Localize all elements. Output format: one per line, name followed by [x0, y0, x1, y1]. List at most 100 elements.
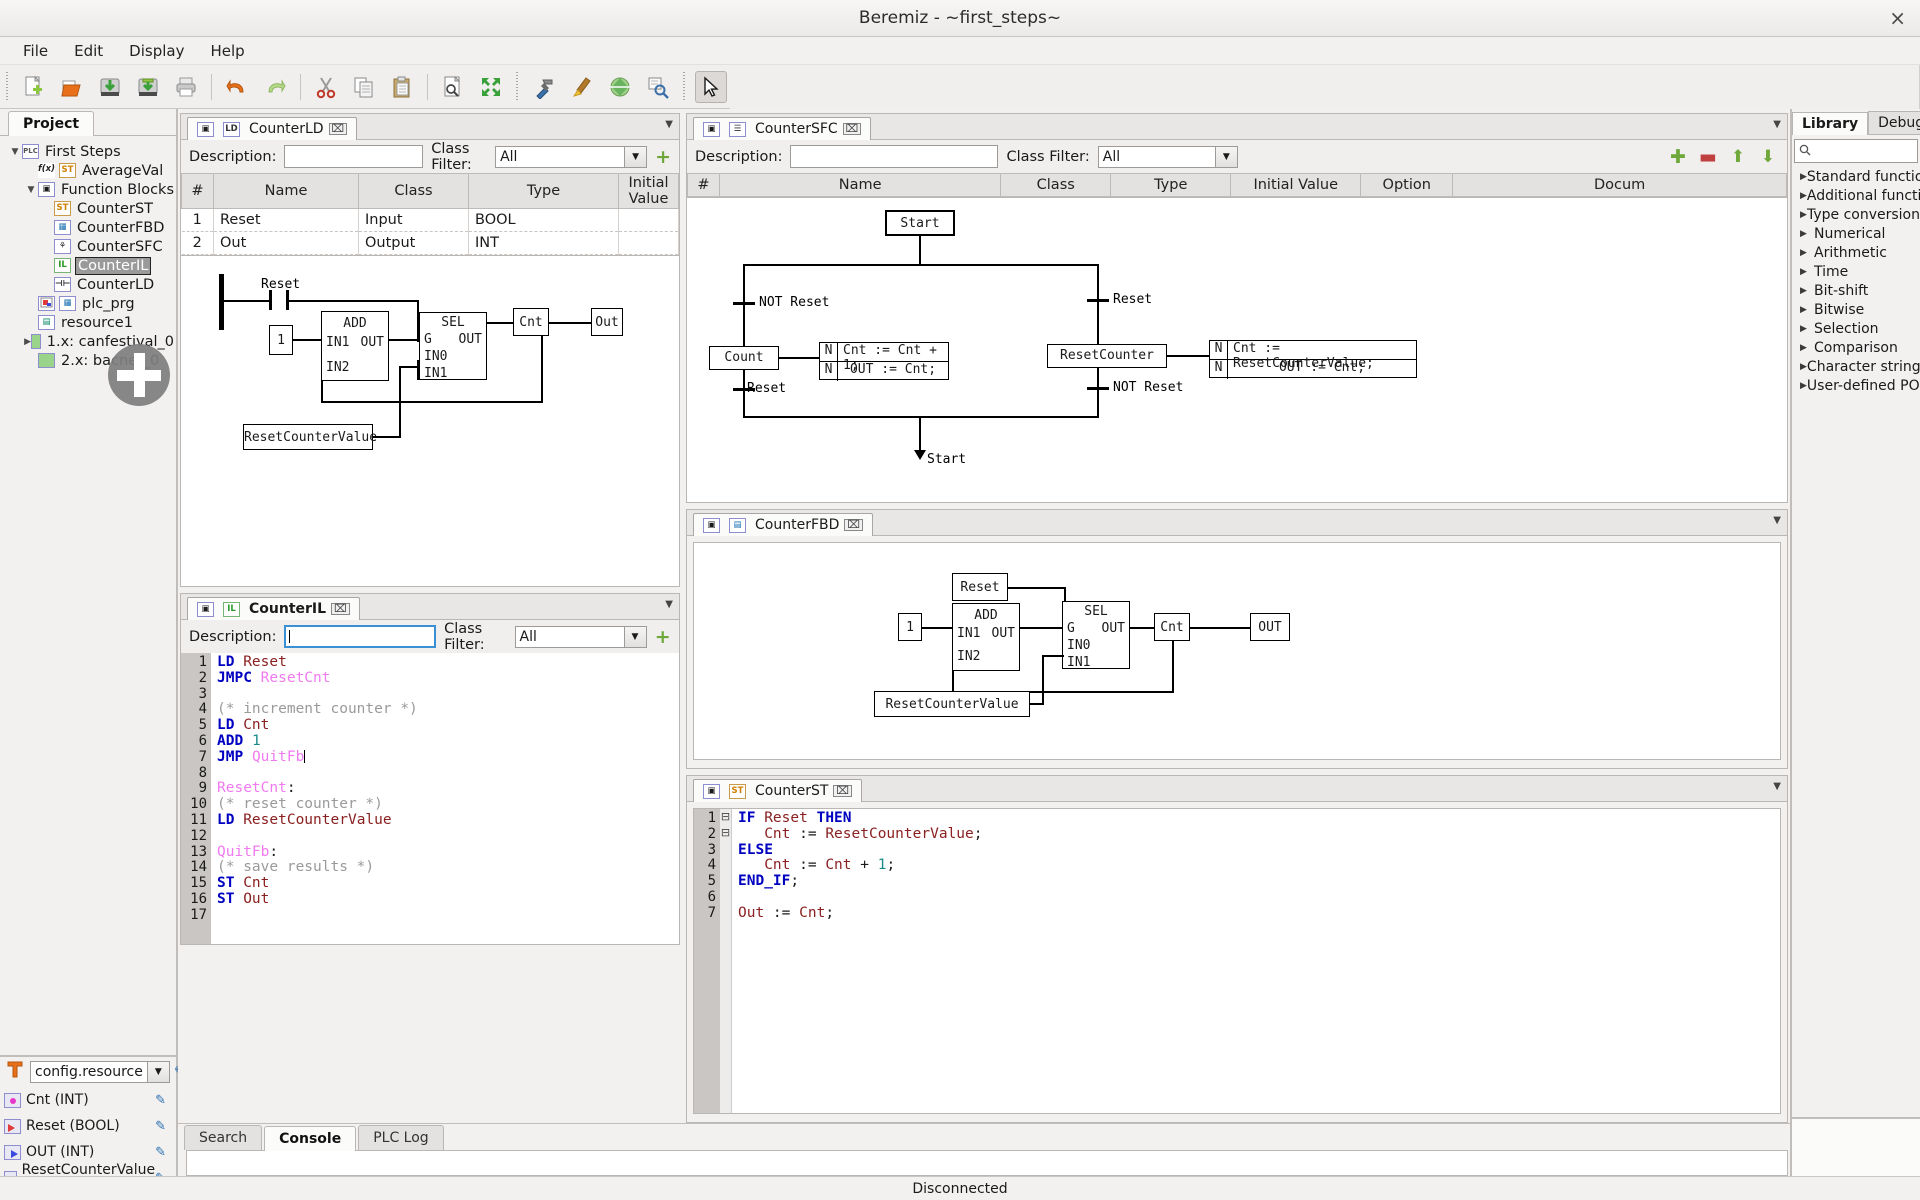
library-category-standard-function[interactable]: ▶ Standard function — [1792, 167, 1920, 186]
chevron-right-icon[interactable]: ▶ — [1800, 381, 1807, 391]
variable-item[interactable]: Cnt (INT) ✎ — [0, 1087, 176, 1113]
chevron-down-icon[interactable]: ▼ — [625, 145, 648, 168]
cell-num[interactable]: 2 — [181, 231, 214, 255]
code-line[interactable]: Cnt := ResetCounterValue; — [738, 826, 982, 843]
fbd-add-block[interactable]: ADD IN1 OUT IN2 — [952, 603, 1020, 671]
column-header[interactable]: Name — [213, 173, 359, 209]
cell-class[interactable]: Output — [358, 231, 469, 255]
code-line[interactable]: Cnt := Cnt + 1; — [738, 857, 982, 874]
toolbar-grip[interactable] — [3, 71, 12, 102]
new-icon[interactable] — [18, 71, 50, 103]
code-line[interactable]: END_IF; — [738, 873, 982, 890]
column-header[interactable]: Docum — [1452, 173, 1787, 197]
cell-name[interactable]: Out — [213, 231, 359, 255]
tab-console[interactable]: Console — [264, 1126, 357, 1151]
move-up-button[interactable]: ⬆ — [1727, 146, 1749, 168]
fbd-sel-block[interactable]: SEL G OUT IN0 IN1 — [1062, 601, 1130, 670]
description-input[interactable] — [790, 145, 999, 168]
tab-counter-sfc[interactable]: ▣ ☰ CounterSFC ⌧ — [693, 117, 872, 140]
column-header[interactable]: Class — [1000, 173, 1112, 197]
column-header[interactable]: Type — [1110, 173, 1232, 197]
chevron-down-icon[interactable]: ▼ — [147, 1061, 170, 1083]
code-line[interactable]: (* save results *) — [217, 859, 418, 876]
fold-toggle-icon[interactable]: ⊟ — [720, 825, 731, 841]
class-filter-value[interactable]: All — [514, 625, 625, 648]
column-header[interactable]: Option — [1360, 173, 1454, 197]
inspect-icon[interactable] — [642, 71, 674, 103]
tree-item-counterfbd[interactable]: ·▦ CounterFBD — [4, 218, 176, 237]
class-filter-value[interactable]: All — [1097, 145, 1216, 168]
column-header[interactable]: Name — [718, 173, 1002, 197]
remove-variable-button[interactable]: ▬ — [1697, 146, 1719, 168]
tab-counter-fbd[interactable]: ▣ ▤ CounterFBD ⌧ — [693, 513, 874, 536]
column-header[interactable]: Initial Value — [618, 173, 679, 209]
open-icon[interactable] — [56, 71, 88, 103]
close-icon[interactable]: × — [1889, 8, 1906, 28]
description-input[interactable] — [284, 625, 437, 648]
reset-counter-value-block[interactable]: ResetCounterValue — [243, 424, 377, 450]
menu-edit[interactable]: Edit — [61, 39, 116, 63]
library-category-type-conversion[interactable]: ▶ Type conversion — [1792, 205, 1920, 224]
sfc-action-block-right[interactable]: N Cnt := ResetCounterValue; N OUT := Cnt… — [1209, 340, 1417, 379]
chevron-right-icon[interactable]: ▶ — [1800, 362, 1807, 372]
close-icon[interactable]: ⌧ — [331, 603, 350, 615]
pencil-icon[interactable]: ✎ — [155, 1119, 166, 1134]
tree-item-countersfc[interactable]: ·⚘ CounterSFC — [4, 237, 176, 256]
code-line[interactable] — [217, 687, 418, 703]
add-function-block[interactable]: ADD IN1 OUT IN2 — [321, 311, 389, 381]
fbd-constant-block[interactable]: 1 — [898, 613, 922, 641]
tab-search[interactable]: Search — [184, 1125, 263, 1150]
code-line[interactable]: ADD 1 — [217, 733, 418, 750]
code-line[interactable]: IF Reset THEN — [738, 810, 982, 827]
code-text[interactable]: IF Reset THEN Cnt := ResetCounterValue; E… — [732, 809, 982, 1113]
tab-plc-log[interactable]: PLC Log — [358, 1125, 444, 1150]
code-line[interactable]: JMP QuitFb — [217, 749, 418, 766]
tree-item-counterld[interactable]: ·⊣⊢ CounterLD — [4, 275, 176, 294]
saveas-icon[interactable] — [132, 71, 164, 103]
chevron-right-icon[interactable]: ▶ — [24, 337, 31, 347]
chevron-right-icon[interactable]: ▶ — [1800, 305, 1814, 315]
pointer-icon[interactable] — [695, 70, 727, 103]
sfc-step-reset[interactable]: ResetCounter — [1047, 344, 1167, 368]
chevron-right-icon[interactable]: ▶ — [1800, 229, 1814, 239]
undo-icon[interactable] — [221, 71, 253, 103]
counter-st-code-editor[interactable]: 1234567 ⊟ ⊟ IF Reset THEN Cnt := ResetCou… — [693, 808, 1781, 1114]
counter-sfc-diagram[interactable]: Start NOT Reset Reset Count N Cnt:= Cnt… — [687, 197, 1787, 502]
constant-block[interactable]: 1 — [269, 325, 293, 355]
pane-menu-icon[interactable]: ▼ — [1773, 515, 1781, 526]
cell-class[interactable]: Input — [358, 208, 469, 232]
out-variable-block[interactable]: Out — [591, 308, 623, 336]
add-variable-button[interactable]: + — [655, 626, 671, 648]
column-header[interactable]: Class — [358, 173, 469, 209]
table-row[interactable]: 1 Reset Input BOOL — [181, 208, 679, 232]
pane-menu-icon[interactable]: ▼ — [1773, 119, 1781, 130]
redo-icon[interactable] — [259, 71, 291, 103]
class-filter-value[interactable]: All — [495, 145, 626, 168]
code-line[interactable]: ST Out — [217, 891, 418, 908]
library-category-user-defined-pou[interactable]: ▶ User-defined POU — [1792, 376, 1920, 395]
counter-fbd-diagram[interactable]: Reset 1 ADD IN1 OUT IN2 SEL G OUT IN0 IN… — [693, 542, 1781, 760]
code-line[interactable]: ResetCnt: — [217, 780, 418, 797]
chevron-right-icon[interactable]: ▶ — [1800, 324, 1814, 334]
sfc-action-block-left[interactable]: N Cnt := Cnt + 1; N OUT := Cnt; — [819, 342, 949, 381]
menu-file[interactable]: File — [10, 39, 61, 63]
chevron-down-icon[interactable]: ▼ — [8, 147, 22, 157]
cut-icon[interactable] — [310, 71, 342, 103]
column-header[interactable]: # — [687, 173, 720, 197]
cell-type[interactable]: INT — [468, 231, 619, 255]
build-icon[interactable] — [528, 71, 560, 103]
pencil-icon[interactable]: ✎ — [155, 1145, 166, 1160]
chevron-right-icon[interactable]: ▶ — [1800, 248, 1814, 258]
chevron-down-icon[interactable]: ▼ — [624, 625, 647, 648]
move-down-button[interactable]: ⬇ — [1757, 146, 1779, 168]
menu-display[interactable]: Display — [116, 39, 197, 63]
chevron-down-icon[interactable]: ▼ — [24, 185, 38, 195]
tab-library[interactable]: Library — [1792, 112, 1869, 135]
chevron-down-icon[interactable]: ▼ — [1215, 145, 1238, 168]
console-output[interactable] — [186, 1150, 1788, 1176]
code-line[interactable]: LD ResetCounterValue — [217, 812, 418, 829]
cell-type[interactable]: BOOL — [468, 208, 619, 232]
cnt-variable-block[interactable]: Cnt — [513, 308, 549, 336]
tab-counter-ld[interactable]: ▣ LD CounterLD ⌧ — [187, 117, 358, 140]
print-icon[interactable] — [170, 71, 202, 103]
